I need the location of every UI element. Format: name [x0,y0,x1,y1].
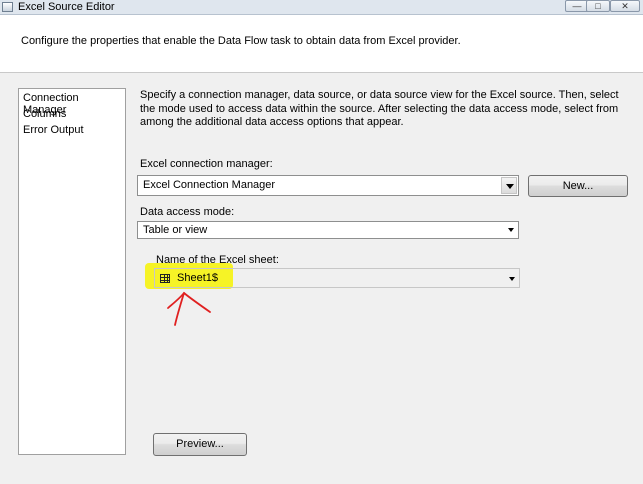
connection-manager-value: Excel Connection Manager [143,179,276,191]
window-title: Excel Source Editor [18,1,115,13]
red-arrow-annotation [167,291,211,326]
new-connection-button[interactable]: New... [528,175,628,197]
nav-item-columns[interactable]: Columns [23,108,66,120]
chevron-down-icon[interactable] [501,177,517,194]
access-mode-label: Data access mode: [140,206,235,218]
header-panel: Configure the properties that enable the… [0,15,643,73]
connection-manager-select[interactable]: Excel Connection Manager [137,175,519,196]
table-icon [160,274,170,283]
title-bar: Excel Source Editor — □ ✕ [0,0,643,15]
window-icon [2,2,13,12]
access-mode-select[interactable]: Table or view [137,221,519,239]
page-description: Specify a connection manager, data sourc… [140,89,619,128]
close-button[interactable]: ✕ [610,0,640,12]
sheet-name-label: Name of the Excel sheet: [156,254,279,266]
access-mode-value: Table or view [143,224,208,236]
chevron-down-icon[interactable] [508,228,514,232]
page-navigation: Connection Manager Columns Error Output [18,88,126,455]
preview-button[interactable]: Preview... [153,433,247,456]
connection-manager-label: Excel connection manager: [140,158,273,170]
nav-item-error-output[interactable]: Error Output [23,124,84,136]
maximize-button[interactable]: □ [586,0,610,12]
chevron-down-icon[interactable] [509,277,515,281]
header-description: Configure the properties that enable the… [21,35,461,47]
sheet-name-value: Sheet1$ [177,272,218,284]
